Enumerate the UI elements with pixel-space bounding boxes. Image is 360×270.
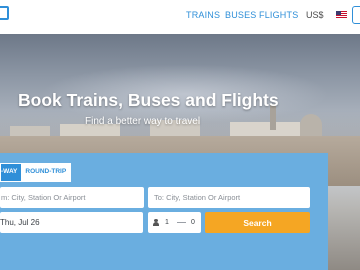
top-navigation-bar: TRAINS BUSES FLIGHTS US$ bbox=[0, 0, 360, 34]
logo-icon[interactable] bbox=[0, 6, 9, 20]
menu-button[interactable] bbox=[352, 6, 360, 24]
currency-selector[interactable]: US$ bbox=[306, 10, 324, 20]
nav-flights-link[interactable]: FLIGHTS bbox=[259, 10, 298, 20]
child-count: 0 bbox=[191, 219, 195, 226]
hero-subtitle: Find a better way to travel bbox=[85, 116, 201, 127]
person-icon bbox=[153, 219, 159, 226]
hero-title: Book Trains, Buses and Flights bbox=[18, 90, 279, 110]
date-field[interactable]: Thu, Jul 26 bbox=[0, 212, 143, 233]
us-flag-icon[interactable] bbox=[336, 11, 347, 19]
from-field[interactable]: m: City, Station Or Airport bbox=[0, 187, 144, 208]
to-field[interactable]: To: City, Station Or Airport bbox=[148, 187, 310, 208]
round-trip-tab[interactable]: ROUND-TRIP bbox=[21, 164, 71, 181]
trip-type-toggle: -WAY ROUND-TRIP bbox=[0, 163, 72, 182]
search-button[interactable]: Search bbox=[205, 212, 310, 233]
hero-dome bbox=[300, 114, 322, 136]
one-way-tab[interactable]: -WAY bbox=[1, 164, 22, 181]
passenger-selector[interactable]: 1 0 bbox=[148, 212, 201, 233]
nav-buses-link[interactable]: BUSES bbox=[225, 10, 257, 20]
passenger-divider bbox=[177, 222, 186, 223]
nav-trains-link[interactable]: TRAINS bbox=[186, 10, 220, 20]
adult-count: 1 bbox=[165, 219, 169, 226]
